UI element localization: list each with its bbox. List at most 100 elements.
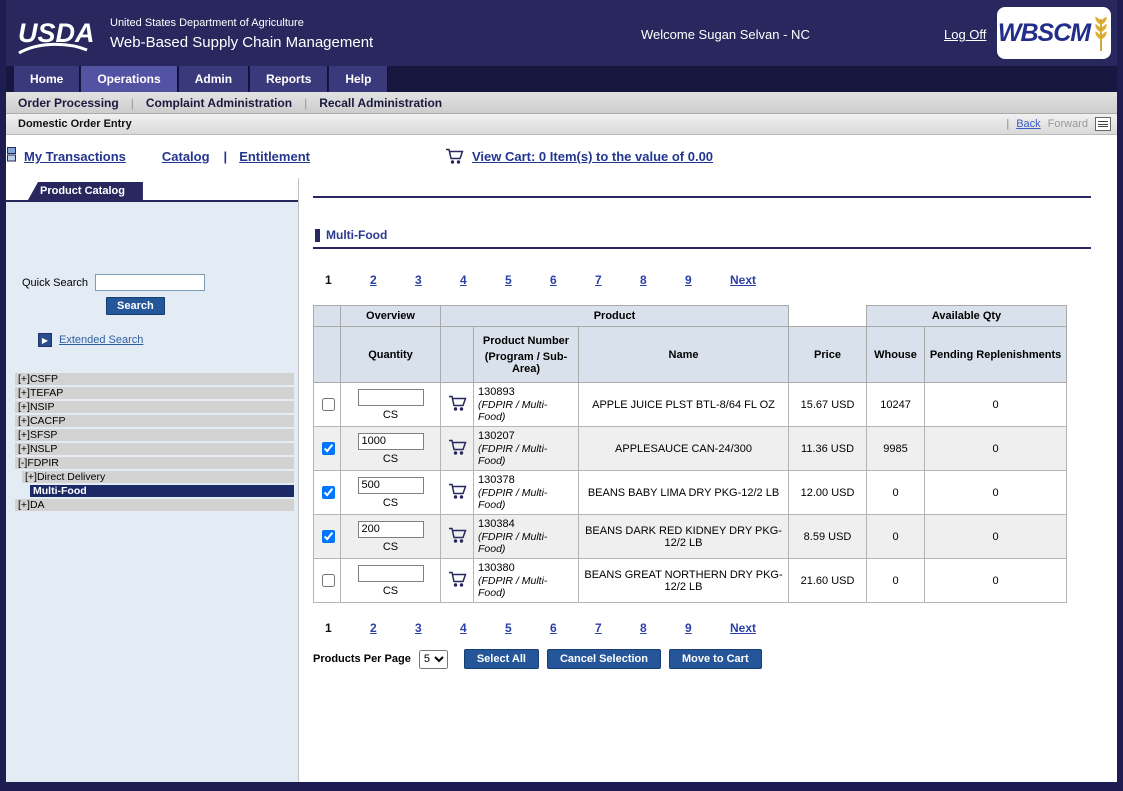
price-value: 11.36 USD bbox=[789, 427, 867, 471]
department-line: United States Department of Agriculture bbox=[110, 17, 373, 29]
tree-item-sfsp[interactable]: [+]SFSP bbox=[15, 429, 294, 441]
tab-admin[interactable]: Admin bbox=[179, 66, 249, 92]
log-off-link[interactable]: Log Off bbox=[944, 27, 986, 42]
row-select-checkbox[interactable] bbox=[322, 486, 335, 499]
tree-item-fdpir[interactable]: [-]FDPIR bbox=[15, 457, 294, 469]
collapse-sidebar-icon[interactable] bbox=[7, 147, 17, 167]
product-number: 130893 bbox=[478, 386, 574, 398]
page-next-link[interactable]: Next bbox=[730, 273, 756, 287]
add-to-cart-icon[interactable] bbox=[448, 527, 467, 544]
price-value: 21.60 USD bbox=[789, 559, 867, 603]
page-link-8[interactable]: 8 bbox=[640, 621, 685, 635]
wheat-icon bbox=[1092, 10, 1110, 56]
extended-search-arrow-icon[interactable]: ▶ bbox=[38, 333, 52, 347]
back-link[interactable]: Back bbox=[1016, 118, 1040, 130]
subnav-complaint-administration[interactable]: Complaint Administration bbox=[146, 96, 292, 110]
column-header-cart bbox=[441, 327, 474, 383]
page-link-4[interactable]: 4 bbox=[460, 621, 505, 635]
tree-item-csfp[interactable]: [+]CSFP bbox=[15, 373, 294, 385]
page-link-7[interactable]: 7 bbox=[595, 621, 640, 635]
tree-item-nslp[interactable]: [+]NSLP bbox=[15, 443, 294, 455]
header-titles: United States Department of Agriculture … bbox=[110, 15, 373, 51]
usda-swoosh-icon bbox=[18, 42, 88, 56]
quantity-input[interactable] bbox=[358, 389, 424, 406]
add-to-cart-icon[interactable] bbox=[448, 395, 467, 412]
table-row: CS 130893 (FDPIR / Multi-Food) APPLE JUI… bbox=[314, 383, 1067, 427]
catalog-link[interactable]: Catalog bbox=[162, 149, 210, 164]
page-link-3[interactable]: 3 bbox=[415, 621, 460, 635]
price-value: 15.67 USD bbox=[789, 383, 867, 427]
group-header-available-qty: Available Qty bbox=[867, 306, 1067, 327]
column-header-whouse: Whouse bbox=[867, 327, 925, 383]
view-cart-group[interactable]: View Cart: 0 Item(s) to the value of 0.0… bbox=[445, 148, 713, 165]
group-header-overview: Overview bbox=[341, 306, 441, 327]
column-header-name: Name bbox=[579, 327, 789, 383]
select-all-button[interactable]: Select All bbox=[464, 649, 539, 669]
table-footer-controls: Products Per Page 5 Select All Cancel Se… bbox=[313, 649, 1091, 669]
quick-search-label: Quick Search bbox=[22, 277, 88, 289]
whouse-qty: 0 bbox=[867, 515, 925, 559]
product-name: APPLE JUICE PLST BTL-8/64 FL OZ bbox=[579, 383, 789, 427]
column-header-pending-replenishments: Pending Replenishments bbox=[925, 327, 1067, 383]
search-button[interactable]: Search bbox=[106, 297, 165, 315]
select-column-subheader bbox=[314, 327, 341, 383]
product-catalog-sidebar: Product Catalog Quick Search Search ▶ Ex… bbox=[6, 178, 298, 782]
catalog-panel-title: Product Catalog bbox=[28, 182, 143, 200]
whouse-qty: 0 bbox=[867, 471, 925, 515]
page-link-2[interactable]: 2 bbox=[370, 273, 415, 287]
page-link-9[interactable]: 9 bbox=[685, 273, 730, 287]
view-cart-link[interactable]: View Cart: 0 Item(s) to the value of 0.0… bbox=[472, 149, 713, 164]
entitlement-link[interactable]: Entitlement bbox=[239, 149, 310, 164]
page-link-4[interactable]: 4 bbox=[460, 273, 505, 287]
products-per-page-select[interactable]: 5 bbox=[419, 650, 448, 669]
quantity-input[interactable] bbox=[358, 565, 424, 582]
subnav-recall-administration[interactable]: Recall Administration bbox=[319, 96, 442, 110]
tree-item-cacfp[interactable]: [+]CACFP bbox=[15, 415, 294, 427]
product-table: Overview Product Available Qty Quantity … bbox=[313, 305, 1067, 603]
add-to-cart-icon[interactable] bbox=[448, 483, 467, 500]
tab-help[interactable]: Help bbox=[329, 66, 388, 92]
program-sub-area: (FDPIR / Multi-Food) bbox=[478, 575, 574, 599]
quantity-input[interactable] bbox=[358, 477, 424, 494]
row-select-checkbox[interactable] bbox=[322, 574, 335, 587]
usda-logo: USDA bbox=[18, 18, 102, 49]
tree-item-multi-food[interactable]: Multi-Food bbox=[30, 485, 294, 497]
page-next-link[interactable]: Next bbox=[730, 621, 756, 635]
page-link-6[interactable]: 6 bbox=[550, 273, 595, 287]
page-link-7[interactable]: 7 bbox=[595, 273, 640, 287]
page-link-5[interactable]: 5 bbox=[505, 273, 550, 287]
row-select-checkbox[interactable] bbox=[322, 530, 335, 543]
row-select-checkbox[interactable] bbox=[322, 398, 335, 411]
page-current: 1 bbox=[325, 621, 370, 635]
quantity-input[interactable] bbox=[358, 521, 424, 538]
add-to-cart-icon[interactable] bbox=[448, 571, 467, 588]
tree-item-direct-delivery[interactable]: [+]Direct Delivery bbox=[22, 471, 294, 483]
tab-home[interactable]: Home bbox=[14, 66, 80, 92]
row-select-checkbox[interactable] bbox=[322, 442, 335, 455]
quantity-input[interactable] bbox=[358, 433, 424, 450]
tree-item-da[interactable]: [+]DA bbox=[15, 499, 294, 511]
subnav-order-processing[interactable]: Order Processing bbox=[18, 96, 119, 110]
wbscm-logo: WBSCM bbox=[997, 7, 1111, 59]
quick-search-input[interactable] bbox=[95, 274, 205, 291]
breadcrumb-bar: Domestic Order Entry | Back Forward bbox=[6, 114, 1117, 135]
tab-operations[interactable]: Operations bbox=[81, 66, 177, 92]
page-link-8[interactable]: 8 bbox=[640, 273, 685, 287]
catalog-panel-body: Quick Search Search ▶ Extended Search [+… bbox=[6, 202, 298, 782]
page-menu-icon[interactable] bbox=[1095, 117, 1111, 131]
unit-label: CS bbox=[345, 453, 436, 465]
tab-reports[interactable]: Reports bbox=[250, 66, 328, 92]
my-transactions-link[interactable]: My Transactions bbox=[24, 149, 126, 164]
tree-item-nsip[interactable]: [+]NSIP bbox=[15, 401, 294, 413]
page-link-3[interactable]: 3 bbox=[415, 273, 460, 287]
cancel-selection-button[interactable]: Cancel Selection bbox=[547, 649, 661, 669]
page-link-2[interactable]: 2 bbox=[370, 621, 415, 635]
extended-search-link[interactable]: Extended Search bbox=[59, 334, 143, 346]
tree-item-tefap[interactable]: [+]TEFAP bbox=[15, 387, 294, 399]
page-link-9[interactable]: 9 bbox=[685, 621, 730, 635]
program-sub-area: (FDPIR / Multi-Food) bbox=[478, 531, 574, 555]
move-to-cart-button[interactable]: Move to Cart bbox=[669, 649, 762, 669]
add-to-cart-icon[interactable] bbox=[448, 439, 467, 456]
page-link-6[interactable]: 6 bbox=[550, 621, 595, 635]
page-link-5[interactable]: 5 bbox=[505, 621, 550, 635]
